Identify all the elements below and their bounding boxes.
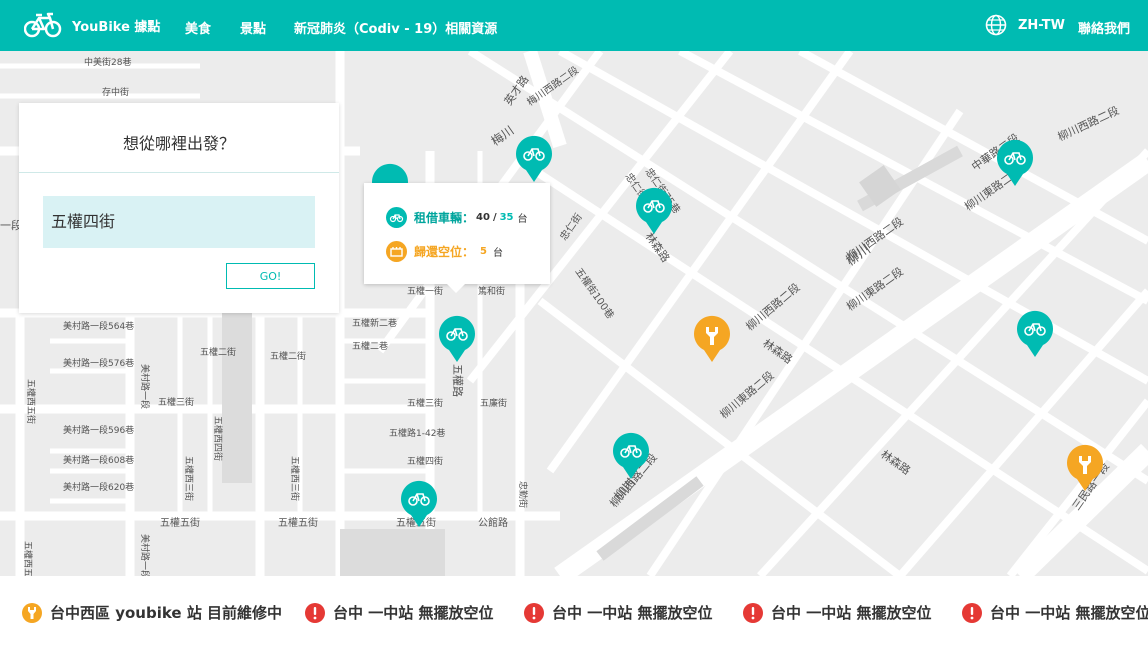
- bike-station-marker[interactable]: [611, 432, 651, 480]
- svg-text:五權路1-42巷: 五權路1-42巷: [389, 427, 445, 439]
- svg-text:五權四街: 五權四街: [407, 455, 443, 467]
- rent-label: 租借車輛：: [414, 211, 475, 225]
- svg-text:五權新二巷: 五權新二巷: [352, 317, 397, 329]
- svg-text:五權西五街: 五權西五街: [25, 379, 37, 424]
- svg-text:美村路一段608巷: 美村路一段608巷: [63, 454, 134, 466]
- bike-marker-icon: [516, 135, 552, 182]
- svg-text:五權西五街: 五權西五街: [22, 541, 34, 576]
- bike-station-marker[interactable]: [437, 315, 477, 363]
- alert-icon: [524, 602, 544, 623]
- svg-text:美村路一段: 美村路一段: [139, 534, 151, 576]
- rent-unit: 台: [517, 214, 528, 225]
- svg-text:五權三街: 五權三街: [407, 397, 443, 409]
- ticker-text: 台中西區 youbike 站 目前維修中: [50, 604, 283, 622]
- nav-link-food[interactable]: 美食: [185, 18, 211, 37]
- bike-station-marker[interactable]: [995, 139, 1035, 187]
- bike-station-marker[interactable]: [634, 187, 674, 235]
- svg-text:五權三街: 五權三街: [158, 396, 194, 408]
- return-available: 5: [480, 246, 487, 257]
- bike-marker-icon: [613, 432, 649, 479]
- bike-marker-icon: [439, 315, 475, 362]
- svg-text:美村路一段620巷: 美村路一段620巷: [63, 481, 134, 493]
- nav-link-covid-resources[interactable]: 新冠肺炎（Codiv - 19）相關資源: [294, 18, 497, 37]
- search-input[interactable]: 五權四街: [43, 196, 315, 248]
- alert-icon: [743, 602, 763, 623]
- bike-marker-icon: [636, 187, 672, 234]
- language-selector[interactable]: ZH-TW: [1018, 18, 1065, 33]
- svg-text:五廉街: 五廉街: [480, 397, 507, 409]
- wrench-marker-icon: [694, 315, 730, 362]
- bicycle-icon: [24, 12, 62, 38]
- wrench-icon: [22, 602, 42, 623]
- svg-text:五權一街: 五權一街: [407, 285, 443, 297]
- svg-text:篤和街: 篤和街: [478, 285, 505, 297]
- brand-name: YouBike 據點: [72, 19, 161, 35]
- wrench-marker-icon: [1067, 444, 1103, 491]
- station-info-popup: 租借車輛： 40 / 35 台 歸還空位： 5 台: [364, 183, 550, 293]
- nav-link-contact[interactable]: 聯絡我們: [1078, 18, 1130, 37]
- rent-row: 租借車輛： 40 / 35 台: [386, 207, 528, 228]
- alert-icon: [305, 602, 325, 623]
- svg-text:五權二巷: 五權二巷: [352, 340, 388, 352]
- brand-logo[interactable]: YouBike 據點: [24, 12, 160, 38]
- svg-text:美村路一段596巷: 美村路一段596巷: [63, 424, 134, 436]
- bike-icon: [386, 207, 407, 228]
- bike-marker-icon: [997, 139, 1033, 186]
- svg-text:五權西三街: 五權西三街: [183, 456, 195, 501]
- ticker-item[interactable]: 台中 一中站 無擺放空位: [524, 602, 712, 623]
- bike-marker-icon: [401, 480, 437, 527]
- rent-separator: /: [492, 212, 497, 223]
- bike-station-marker[interactable]: [1015, 310, 1055, 358]
- rent-available: 40: [476, 212, 490, 223]
- ticker-text: 台中 一中站 無擺放空位: [333, 604, 494, 622]
- alert-icon: [962, 602, 982, 623]
- svg-text:五權二街: 五權二街: [200, 346, 236, 358]
- bike-station-marker[interactable]: [514, 135, 554, 183]
- search-title: 想從哪裡出發？: [122, 134, 235, 153]
- svg-text:美村路一段: 美村路一段: [139, 364, 151, 409]
- svg-text:五權路: 五權路: [451, 364, 464, 397]
- svg-text:五權西三街: 五權西三街: [289, 456, 301, 501]
- bike-station-marker[interactable]: [399, 480, 439, 528]
- return-unit: 台: [492, 248, 503, 259]
- parking-icon: [386, 241, 407, 262]
- svg-text:存中街: 存中街: [102, 86, 129, 98]
- top-nav-bar: YouBike 據點 美食 景點 新冠肺炎（Codiv - 19）相關資源 ZH…: [0, 0, 1148, 51]
- svg-text:忠勤街: 忠勤街: [517, 481, 529, 508]
- ticker-item[interactable]: 台中西區 youbike 站 目前維修中: [22, 602, 282, 623]
- ticker-item[interactable]: 台中 一中站 無擺放空位: [962, 602, 1148, 623]
- maintenance-marker[interactable]: [1065, 444, 1105, 492]
- svg-text:美村路一段576巷: 美村路一段576巷: [63, 357, 134, 369]
- nav-link-attractions[interactable]: 景點: [240, 18, 266, 37]
- rent-total: 35: [499, 212, 514, 223]
- return-row: 歸還空位： 5 台: [386, 241, 503, 262]
- return-label: 歸還空位：: [414, 245, 475, 259]
- divider: [19, 172, 339, 173]
- ticker-item[interactable]: 台中 一中站 無擺放空位: [305, 602, 493, 623]
- ticker-item[interactable]: 台中 一中站 無擺放空位: [743, 602, 931, 623]
- maintenance-marker[interactable]: [692, 315, 732, 363]
- ticker-text: 台中 一中站 無擺放空位: [771, 604, 932, 622]
- svg-text:五權五街: 五權五街: [160, 516, 200, 529]
- go-button[interactable]: GO!: [226, 263, 315, 289]
- svg-text:美村路一段564巷: 美村路一段564巷: [63, 320, 134, 332]
- ticker-text: 台中 一中站 無擺放空位: [552, 604, 713, 622]
- globe-icon[interactable]: [985, 14, 1007, 36]
- map-label: 中美街28巷: [84, 56, 131, 68]
- svg-text:五權五街: 五權五街: [278, 516, 318, 529]
- search-panel: 想從哪裡出發？ 五權四街 GO!: [19, 103, 339, 313]
- svg-text:公館路: 公館路: [478, 516, 508, 529]
- svg-text:五權西四街: 五權西四街: [212, 416, 224, 461]
- status-ticker: 台中西區 youbike 站 目前維修中 台中 一中站 無擺放空位 台中 一中站…: [0, 576, 1148, 646]
- bike-marker-icon: [1017, 310, 1053, 357]
- ticker-text: 台中 一中站 無擺放空位: [990, 604, 1148, 622]
- svg-text:五權二街: 五權二街: [270, 350, 306, 362]
